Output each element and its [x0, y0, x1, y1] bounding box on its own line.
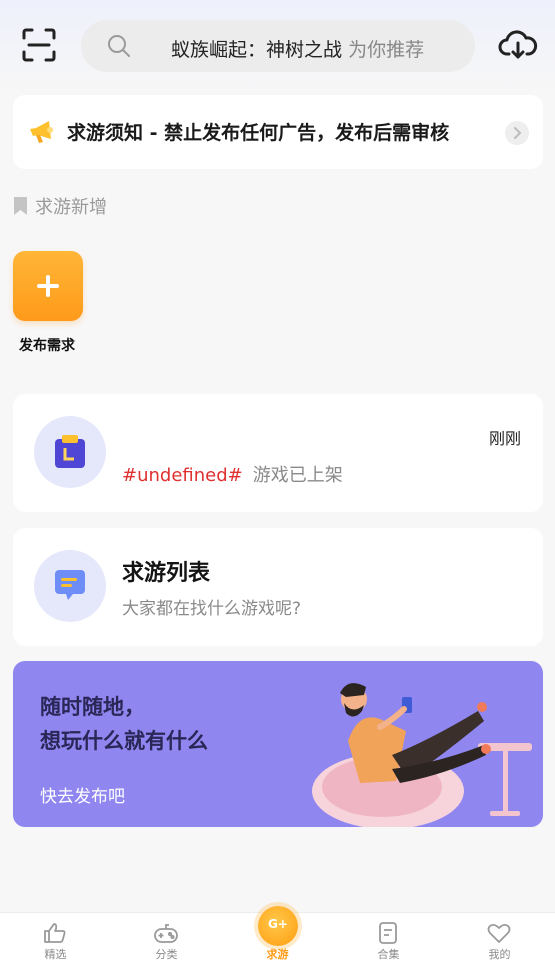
search-query: 蚁族崛起：神树之战 [171, 39, 343, 61]
scan-icon[interactable] [20, 26, 58, 64]
search-input[interactable]: 蚁族崛起：神树之战 为你推荐 [81, 20, 475, 72]
notice-text: 求游须知 - 禁止发布任何广告，发布后需审核 [67, 122, 450, 144]
chat-icon [34, 550, 106, 622]
plus-icon[interactable] [13, 251, 83, 321]
request-list-card[interactable]: 求游列表 大家都在找什么游戏呢? [13, 528, 543, 646]
collection-icon [375, 921, 401, 945]
publish-request-button[interactable]: 发布需求 [13, 251, 83, 354]
bookmark-icon [12, 195, 29, 217]
section-label: 求游新增 [35, 197, 107, 218]
top-bar: 蚁族崛起：神树之战 为你推荐 [0, 0, 555, 92]
request-list-title: 求游列表 [122, 561, 211, 586]
tab-collection[interactable]: 合集 [333, 913, 444, 975]
tab-label: 求游 [266, 948, 289, 961]
tab-mine[interactable]: 我的 [444, 913, 555, 975]
search-placeholder: 蚁族崛起：神树之战 为你推荐 [171, 35, 424, 62]
heart-icon [486, 921, 512, 945]
clipboard-icon [34, 416, 106, 488]
tab-label: 精选 [44, 948, 67, 961]
notice-banner[interactable]: 求游须知 - 禁止发布任何广告，发布后需审核 [13, 95, 543, 169]
publish-label: 发布需求 [19, 338, 75, 354]
tab-featured[interactable]: 精选 [0, 913, 111, 975]
tab-label: 分类 [155, 948, 178, 961]
cloud-download-icon[interactable] [498, 26, 538, 66]
update-time: 刚刚 [488, 429, 521, 448]
update-status: 游戏已上架 [252, 465, 343, 486]
tab-label: 我的 [488, 948, 511, 961]
person-playing-phone-illustration [308, 671, 538, 827]
request-game-icon: G+ [258, 906, 298, 946]
banner-cta[interactable]: 快去发布吧 [40, 782, 125, 807]
banner-line2: 想玩什么就有什么 [40, 729, 208, 753]
thumbs-up-icon [42, 921, 68, 945]
search-icon [107, 34, 131, 58]
update-card[interactable]: 刚刚 #undefined# 游戏已上架 [13, 394, 543, 512]
search-hint: 为你推荐 [348, 39, 425, 61]
chevron-right-icon[interactable] [505, 121, 529, 145]
megaphone-icon [27, 117, 57, 147]
request-list-subtitle: 大家都在找什么游戏呢? [122, 599, 302, 619]
tab-label: 合集 [377, 948, 400, 961]
tab-category[interactable]: 分类 [111, 913, 222, 975]
gamepad-icon [153, 921, 179, 945]
tab-request[interactable]: G+ 求游 [222, 906, 333, 975]
bottom-nav: 精选 分类 G+ 求游 合集 我的 [0, 906, 555, 975]
game-tag: #undefined# [122, 465, 243, 486]
promo-banner[interactable]: 随时随地， 想玩什么就有什么 快去发布吧 [13, 661, 543, 827]
banner-line1: 随时随地， [40, 695, 145, 719]
update-message: #undefined# 游戏已上架 [122, 461, 343, 487]
